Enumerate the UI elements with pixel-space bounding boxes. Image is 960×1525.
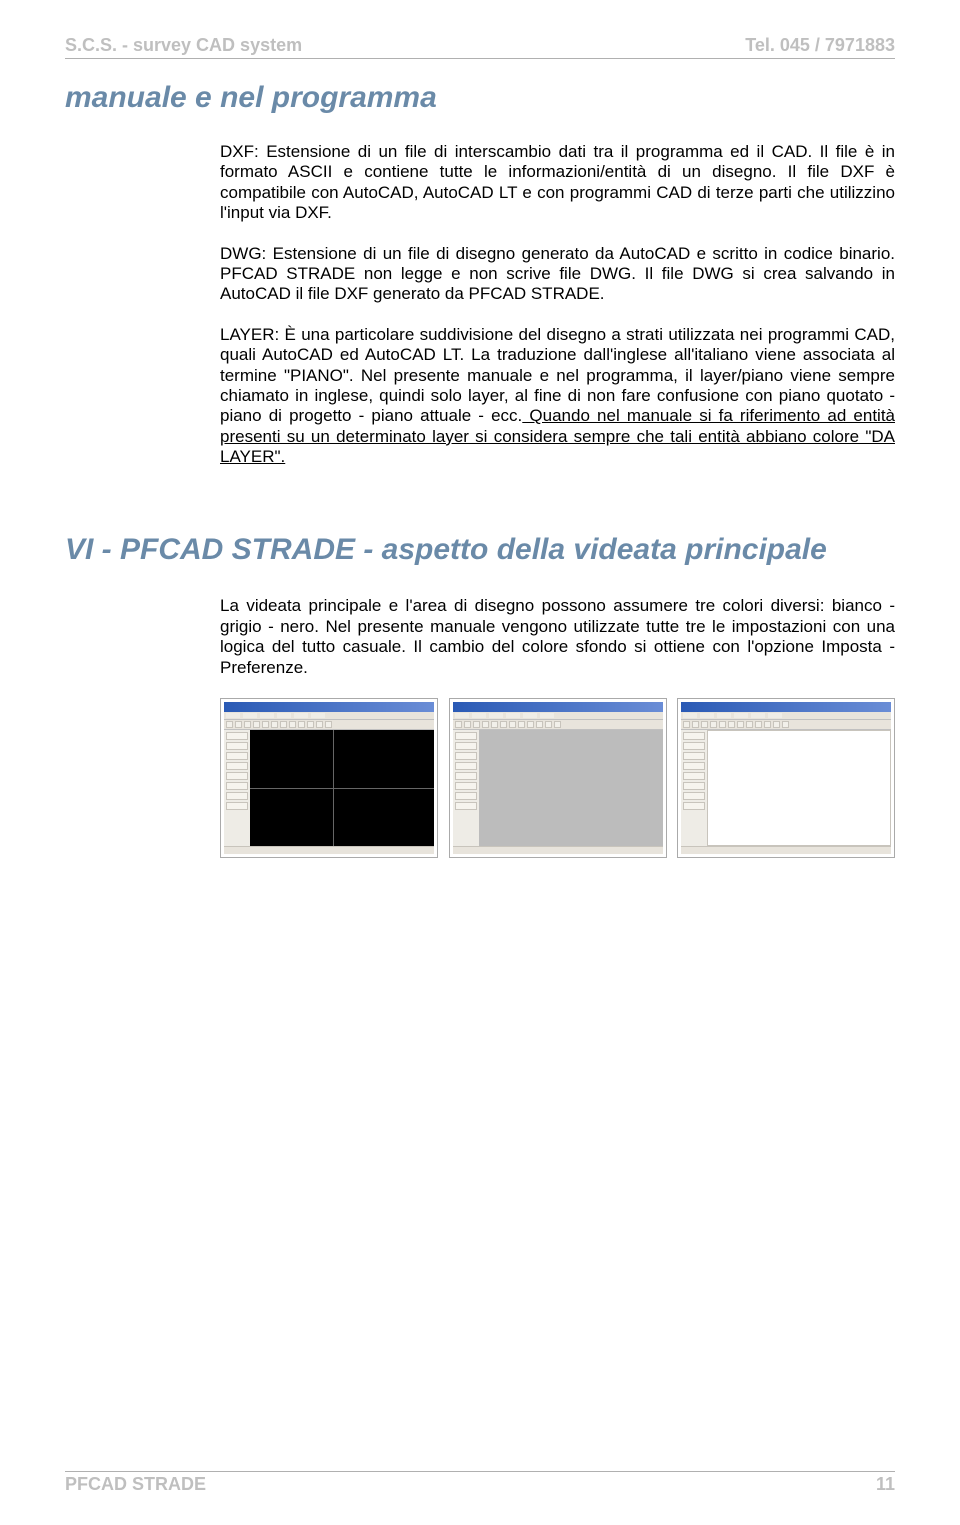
section-2-body: La videata principale e l'area di disegn… xyxy=(220,596,895,858)
section-1-body: DXF: Estensione di un file di interscamb… xyxy=(220,142,895,467)
window-titlebar-icon xyxy=(681,702,891,712)
thumbnail-white-bg xyxy=(677,698,895,858)
window-titlebar-icon xyxy=(453,702,663,712)
paragraph-dwg: DWG: Estensione di un file di disegno ge… xyxy=(220,244,895,305)
canvas-white-icon xyxy=(707,730,891,846)
window-toolbar-icon xyxy=(453,720,663,730)
header-right: Tel. 045 / 7971883 xyxy=(745,35,895,56)
page-header: S.C.S. - survey CAD system Tel. 045 / 79… xyxy=(65,35,895,59)
window-sidetools-icon xyxy=(224,730,250,846)
section-title-2: VI - PFCAD STRADE - aspetto della videat… xyxy=(65,532,895,568)
window-sidetools-icon xyxy=(453,730,479,846)
window-menubar-icon xyxy=(453,712,663,720)
window-toolbar-icon xyxy=(681,720,891,730)
window-statusbar-icon xyxy=(224,846,434,854)
paragraph-layer: LAYER: È una particolare suddivisione de… xyxy=(220,325,895,468)
window-sidetools-icon xyxy=(681,730,707,846)
canvas-gray-icon xyxy=(479,730,663,846)
window-toolbar-icon xyxy=(224,720,434,730)
paragraph-videata: La videata principale e l'area di disegn… xyxy=(220,596,895,678)
thumbnail-black-bg xyxy=(220,698,438,858)
screenshot-thumbnails-row xyxy=(220,698,895,858)
window-menubar-icon xyxy=(224,712,434,720)
page-footer: PFCAD STRADE 11 xyxy=(65,1471,895,1495)
paragraph-dxf: DXF: Estensione di un file di interscamb… xyxy=(220,142,895,224)
canvas-black-icon xyxy=(250,730,434,846)
window-statusbar-icon xyxy=(453,846,663,854)
window-statusbar-icon xyxy=(681,846,891,854)
footer-page-number: 11 xyxy=(876,1474,895,1495)
thumbnail-gray-bg xyxy=(449,698,667,858)
header-left: S.C.S. - survey CAD system xyxy=(65,35,302,56)
section-title-1: manuale e nel programma xyxy=(65,81,895,114)
footer-left: PFCAD STRADE xyxy=(65,1474,206,1495)
window-titlebar-icon xyxy=(224,702,434,712)
window-menubar-icon xyxy=(681,712,891,720)
